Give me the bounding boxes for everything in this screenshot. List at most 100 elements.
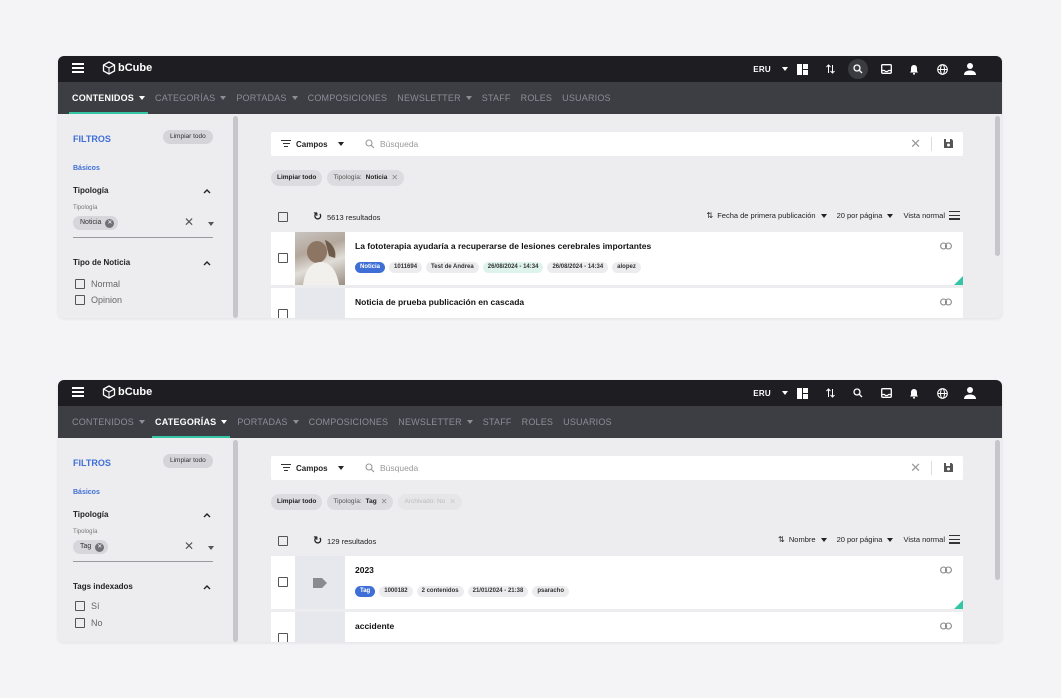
news-type-header[interactable]: Tipo de Noticia	[73, 258, 130, 267]
clear-all-button[interactable]: Limpiar todo	[163, 130, 213, 144]
layout-icon[interactable]	[788, 56, 816, 82]
checkbox[interactable]	[75, 618, 85, 628]
link-icon[interactable]	[940, 622, 952, 630]
language-selector[interactable]: ERU	[753, 380, 788, 406]
sidebar-scrollbar[interactable]	[233, 440, 238, 642]
chevron-up-icon[interactable]	[203, 584, 211, 590]
clear-filters-chip[interactable]: Limpiar todo	[271, 494, 323, 510]
nav-roles[interactable]: ROLES	[517, 406, 559, 438]
per-page-selector[interactable]: 20 por página	[837, 535, 894, 544]
typology-filter-chip[interactable]: Tipología: Noticia ✕	[327, 170, 405, 186]
view-selector[interactable]: Vista normal	[903, 211, 960, 220]
globe-icon[interactable]	[928, 380, 956, 406]
nav-newsletter[interactable]: NEWSLETTER	[392, 82, 477, 114]
menu-icon[interactable]	[72, 387, 84, 397]
link-icon[interactable]	[940, 242, 952, 250]
checkbox[interactable]	[75, 279, 85, 289]
result-card[interactable]: Tт Noticia de prueba publicación en casc…	[271, 288, 963, 318]
option-normal[interactable]: Normal	[75, 279, 120, 289]
option-opinion[interactable]: Opinion	[75, 295, 122, 305]
checkbox[interactable]	[75, 295, 85, 305]
clear-field-icon[interactable]: ✕	[184, 539, 194, 553]
option-no[interactable]: No	[75, 618, 103, 628]
refresh-icon[interactable]: ↻	[313, 210, 322, 223]
link-icon[interactable]	[940, 298, 952, 306]
sort-icon[interactable]	[816, 380, 844, 406]
result-card[interactable]: accidente	[271, 612, 963, 642]
bell-icon[interactable]	[900, 56, 928, 82]
option-si[interactable]: Sí	[75, 601, 100, 611]
menu-icon[interactable]	[72, 63, 84, 73]
globe-icon[interactable]	[928, 56, 956, 82]
nav-composiciones[interactable]: COMPOSICIONES	[304, 406, 394, 438]
user-icon[interactable]	[956, 56, 984, 82]
nav-newsletter[interactable]: NEWSLETTER	[393, 406, 478, 438]
typology-header[interactable]: Tipología	[73, 510, 108, 519]
nav-usuarios[interactable]: USUARIOS	[557, 82, 616, 114]
per-page-selector[interactable]: 20 por página	[837, 211, 894, 220]
link-icon[interactable]	[940, 566, 952, 574]
nav-portadas[interactable]: PORTADAS	[232, 406, 303, 438]
results-scrollbar[interactable]	[995, 116, 1000, 256]
row-checkbox[interactable]	[278, 633, 288, 642]
clear-all-button[interactable]: Limpiar todo	[163, 454, 213, 468]
typology-selected-chip[interactable]: Noticia ✕	[73, 216, 119, 230]
row-checkbox[interactable]	[278, 577, 288, 587]
inbox-icon[interactable]	[872, 56, 900, 82]
clear-filters-chip[interactable]: Limpiar todo	[271, 170, 323, 186]
clear-search-icon[interactable]: ✕	[910, 460, 921, 476]
layout-icon[interactable]	[788, 380, 816, 406]
sidebar-scrollbar[interactable]	[233, 116, 238, 318]
save-icon[interactable]	[943, 138, 954, 149]
results-scrollbar[interactable]	[995, 440, 1000, 580]
result-card[interactable]: 2023 Tag 1000182 2 contenidos 21/01/2024…	[271, 556, 963, 609]
archived-filter-chip[interactable]: Archivado: No ✕	[398, 494, 462, 510]
inbox-icon[interactable]	[872, 380, 900, 406]
nav-contenidos[interactable]: CONTENIDOS	[67, 82, 150, 114]
nav-staff[interactable]: STAFF	[477, 82, 516, 114]
search-button[interactable]	[844, 380, 872, 406]
remove-chip-icon[interactable]: ✕	[105, 218, 115, 228]
card-title[interactable]: 2023	[355, 565, 374, 575]
card-title[interactable]: La fototerapia ayudaría a recuperarse de…	[355, 241, 651, 251]
nav-categorias[interactable]: CATEGORÍAS	[150, 82, 231, 114]
fields-dropdown[interactable]: Campos	[281, 132, 344, 156]
nav-roles[interactable]: ROLES	[516, 82, 558, 114]
typology-header[interactable]: Tipología	[73, 186, 108, 195]
remove-chip-icon[interactable]: ✕	[95, 542, 105, 552]
card-title[interactable]: accidente	[355, 621, 394, 631]
nav-portadas[interactable]: PORTADAS	[231, 82, 302, 114]
search-button[interactable]	[844, 56, 872, 82]
nav-usuarios[interactable]: USUARIOS	[558, 406, 617, 438]
close-icon[interactable]: ✕	[449, 494, 456, 510]
save-icon[interactable]	[943, 462, 954, 473]
result-card[interactable]: La fototerapia ayudaría a recuperarse de…	[271, 232, 963, 285]
bell-icon[interactable]	[900, 380, 928, 406]
sort-selector[interactable]: ⇅ Nombre	[778, 535, 827, 544]
sort-selector[interactable]: ⇅ Fecha de primera publicación	[706, 211, 827, 220]
view-selector[interactable]: Vista normal	[903, 535, 960, 544]
indexed-tags-header[interactable]: Tags indexados	[73, 582, 133, 591]
clear-search-icon[interactable]: ✕	[910, 136, 921, 152]
search-input[interactable]: Búsqueda	[380, 139, 418, 149]
refresh-icon[interactable]: ↻	[313, 534, 322, 547]
close-icon[interactable]: ✕	[391, 170, 398, 186]
dropdown-caret-icon[interactable]	[208, 546, 214, 550]
language-selector[interactable]: ERU	[753, 56, 788, 82]
select-all-checkbox[interactable]	[278, 536, 288, 546]
nav-composiciones[interactable]: COMPOSICIONES	[303, 82, 393, 114]
sort-icon[interactable]	[816, 56, 844, 82]
row-checkbox[interactable]	[278, 309, 288, 318]
user-icon[interactable]	[956, 380, 984, 406]
dropdown-caret-icon[interactable]	[208, 222, 214, 226]
clear-field-icon[interactable]: ✕	[184, 215, 194, 229]
fields-dropdown[interactable]: Campos	[281, 456, 344, 480]
select-all-checkbox[interactable]	[278, 212, 288, 222]
chevron-up-icon[interactable]	[203, 260, 211, 266]
search-input[interactable]: Búsqueda	[380, 463, 418, 473]
typology-selected-chip[interactable]: Tag ✕	[73, 540, 109, 554]
nav-staff[interactable]: STAFF	[478, 406, 517, 438]
row-checkbox[interactable]	[278, 253, 288, 263]
chevron-up-icon[interactable]	[203, 512, 211, 518]
nav-contenidos[interactable]: CONTENIDOS	[67, 406, 150, 438]
